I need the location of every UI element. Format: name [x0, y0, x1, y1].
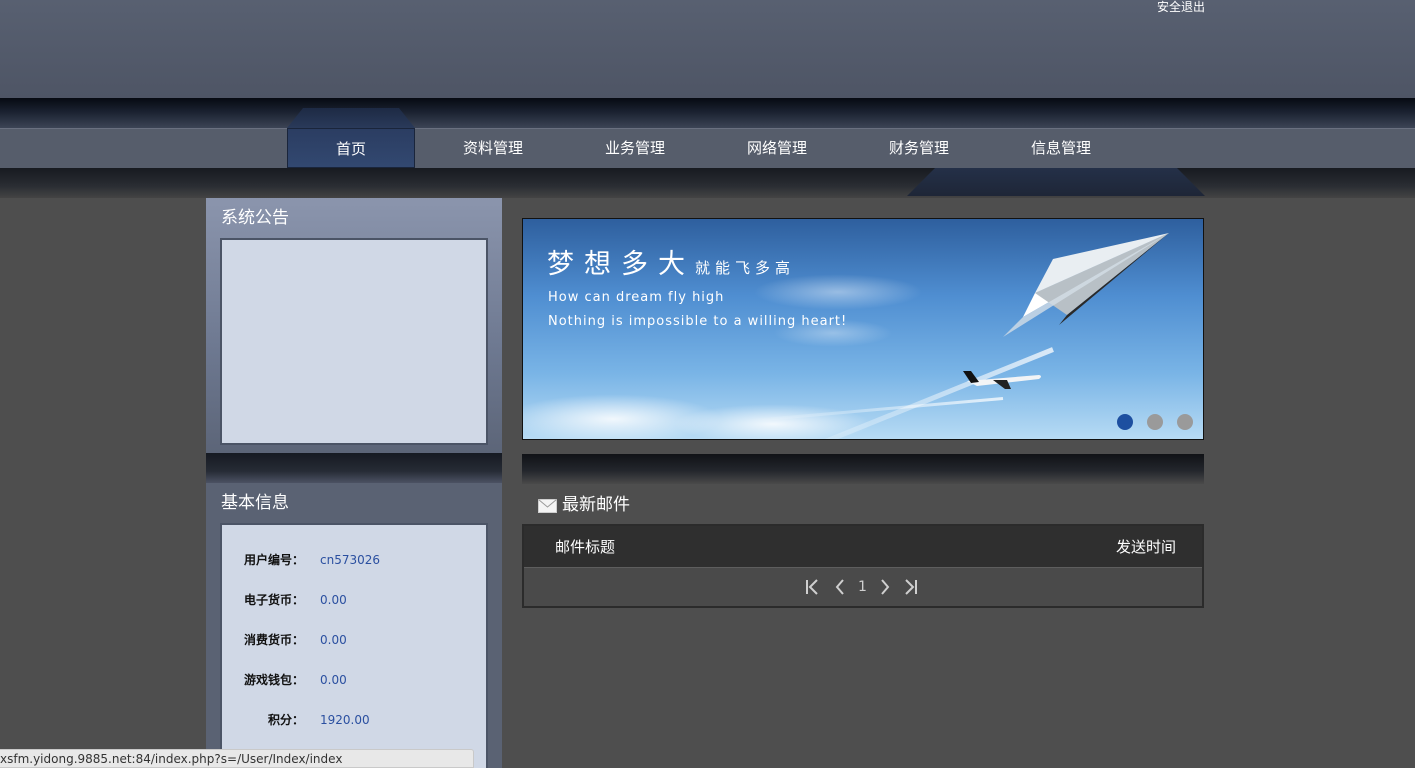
info-label: 积分：: [267, 713, 304, 727]
mail-table: 邮件标题 发送时间 1: [522, 524, 1204, 608]
envelope-icon: [538, 499, 557, 513]
info-value: 0.00: [320, 633, 347, 647]
last-page-icon[interactable]: [904, 578, 918, 596]
prev-page-icon[interactable]: [834, 578, 846, 596]
banner-title-large: 梦想多大: [547, 249, 695, 280]
nav-item-finance[interactable]: 财务管理: [855, 128, 983, 168]
column-header-title: 邮件标题: [555, 538, 616, 556]
info-label: 用户编号：: [243, 553, 304, 567]
header-dark-band: [0, 98, 1415, 128]
info-row-consume-currency: 消费货币： 0.00: [222, 630, 490, 650]
notice-content-box: [220, 238, 488, 445]
content-divider-bar: [522, 454, 1204, 484]
info-value: 0.00: [320, 593, 347, 607]
main-nav-bar: [0, 128, 1415, 168]
info-value: 0.00: [320, 673, 347, 687]
top-header: [0, 0, 1415, 98]
info-label: 消费货币：: [243, 633, 304, 647]
nav-item-business[interactable]: 业务管理: [571, 128, 699, 168]
banner-subtitle-1: How can dream fly high: [548, 290, 725, 305]
current-page-number[interactable]: 1: [858, 578, 867, 596]
nav-shadow-band: [0, 168, 1415, 198]
info-row-user-id: 用户编号： cn573026: [222, 550, 490, 570]
info-row-game-wallet: 游戏钱包： 0.00: [222, 670, 490, 690]
banner-carousel[interactable]: 梦想多大就能飞多高 How can dream fly high Nothing…: [522, 218, 1204, 440]
info-label: 电子货币：: [243, 593, 304, 607]
latest-mail-title: 最新邮件: [562, 495, 630, 515]
browser-status-bar: xsfm.yidong.9885.net:84/index.php?s=/Use…: [0, 749, 474, 768]
info-panel-title: 基本信息: [221, 493, 289, 513]
pagination: 1: [524, 569, 1202, 606]
first-page-icon[interactable]: [805, 578, 819, 596]
nav-item-home[interactable]: 首页: [287, 128, 415, 168]
notice-panel: 系统公告: [206, 198, 502, 453]
airplane-icon: [963, 371, 1041, 389]
info-value: 1920.00: [320, 713, 370, 727]
info-content-box: 用户编号： cn573026 电子货币： 0.00 消费货币： 0.00 游戏钱…: [220, 523, 488, 768]
carousel-dot-2[interactable]: [1147, 414, 1163, 430]
column-header-time: 发送时间: [1115, 538, 1176, 556]
next-page-icon[interactable]: [879, 578, 891, 596]
banner-title: 梦想多大就能飞多高: [547, 247, 795, 286]
panel-separator: [206, 453, 502, 483]
carousel-dot-3[interactable]: [1177, 414, 1193, 430]
active-tab-cap: [287, 108, 415, 128]
info-value: cn573026: [320, 553, 381, 567]
carousel-dot-1[interactable]: [1117, 414, 1133, 430]
nav-item-messages[interactable]: 信息管理: [997, 128, 1125, 168]
logout-link[interactable]: 安全退出: [1157, 0, 1205, 14]
info-row-e-currency: 电子货币： 0.00: [222, 590, 490, 610]
info-label: 游戏钱包：: [243, 673, 304, 687]
nav-item-profile[interactable]: 资料管理: [429, 128, 557, 168]
info-panel: 基本信息 用户编号： cn573026 电子货币： 0.00 消费货币： 0.0…: [206, 483, 502, 768]
mail-table-header: 邮件标题 发送时间: [524, 526, 1202, 568]
banner-title-small: 就能飞多高: [695, 259, 796, 277]
nav-shadow-trapezoid: [907, 168, 1205, 196]
banner-subtitle-2: Nothing is impossible to a willing heart…: [548, 314, 848, 329]
nav-item-network[interactable]: 网络管理: [713, 128, 841, 168]
paper-plane-icon: [1003, 233, 1169, 337]
notice-panel-title: 系统公告: [221, 208, 289, 228]
info-row-points: 积分： 1920.00: [222, 710, 490, 730]
